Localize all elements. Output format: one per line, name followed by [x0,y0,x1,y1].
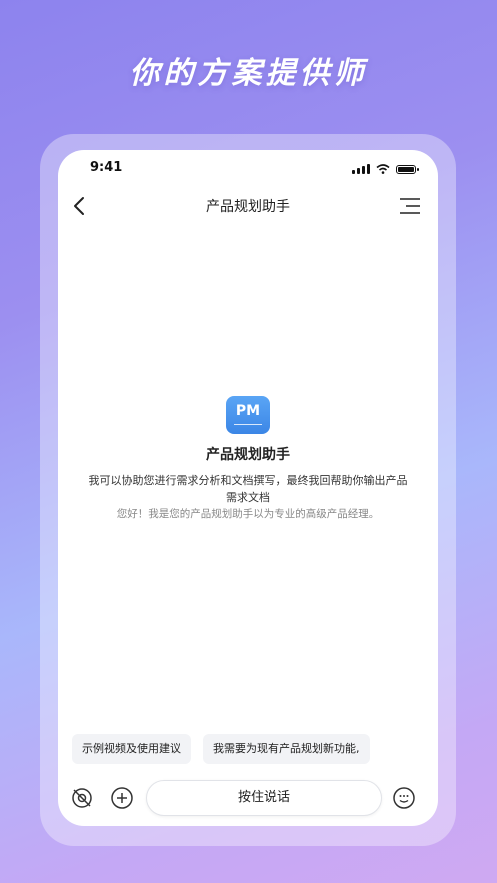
status-icons [352,164,419,174]
pm-logo-text: PM [235,403,261,419]
status-bar: 9:41 [58,160,438,180]
mute-camera-icon[interactable] [70,786,94,810]
phone-screen: 9:41 产品规划助手 PM 产品规划助手 我可以协助您进行需求分析和文档撰写，… [58,150,438,826]
plus-circle-icon[interactable] [110,786,134,810]
suggestion-chip[interactable]: 示例视频及使用建议 [72,734,191,764]
wifi-icon [376,164,390,174]
nav-bar: 产品规划助手 [58,188,438,224]
assistant-name: 产品规划助手 [206,447,290,463]
battery-icon [396,165,419,174]
input-bar: 按住说话 [58,778,438,818]
status-time: 9:41 [90,160,123,175]
suggestion-chip[interactable]: 我需要为现有产品规划新功能, [203,734,370,764]
hold-to-talk-button[interactable]: 按住说话 [146,780,382,816]
page-title: 产品规划助手 [206,199,290,215]
assistant-greeting: 您好！我是您的产品规划助手以为专业的高级产品经理。 [116,508,380,520]
pm-logo: PM [226,396,270,434]
emoji-icon[interactable] [392,786,416,810]
signal-icon [352,164,370,174]
assistant-description: 我可以协助您进行需求分析和文档撰写，最终我回帮助你输出产品需求文档 [88,474,408,504]
headline: 你的方案提供师 [129,56,368,91]
assistant-intro: PM 产品规划助手 我可以协助您进行需求分析和文档撰写，最终我回帮助你输出产品需… [58,396,438,522]
suggestion-chips: 示例视频及使用建议 我需要为现有产品规划新功能, [72,734,370,764]
pm-logo-line [234,423,262,425]
menu-lines-icon[interactable] [398,196,422,216]
